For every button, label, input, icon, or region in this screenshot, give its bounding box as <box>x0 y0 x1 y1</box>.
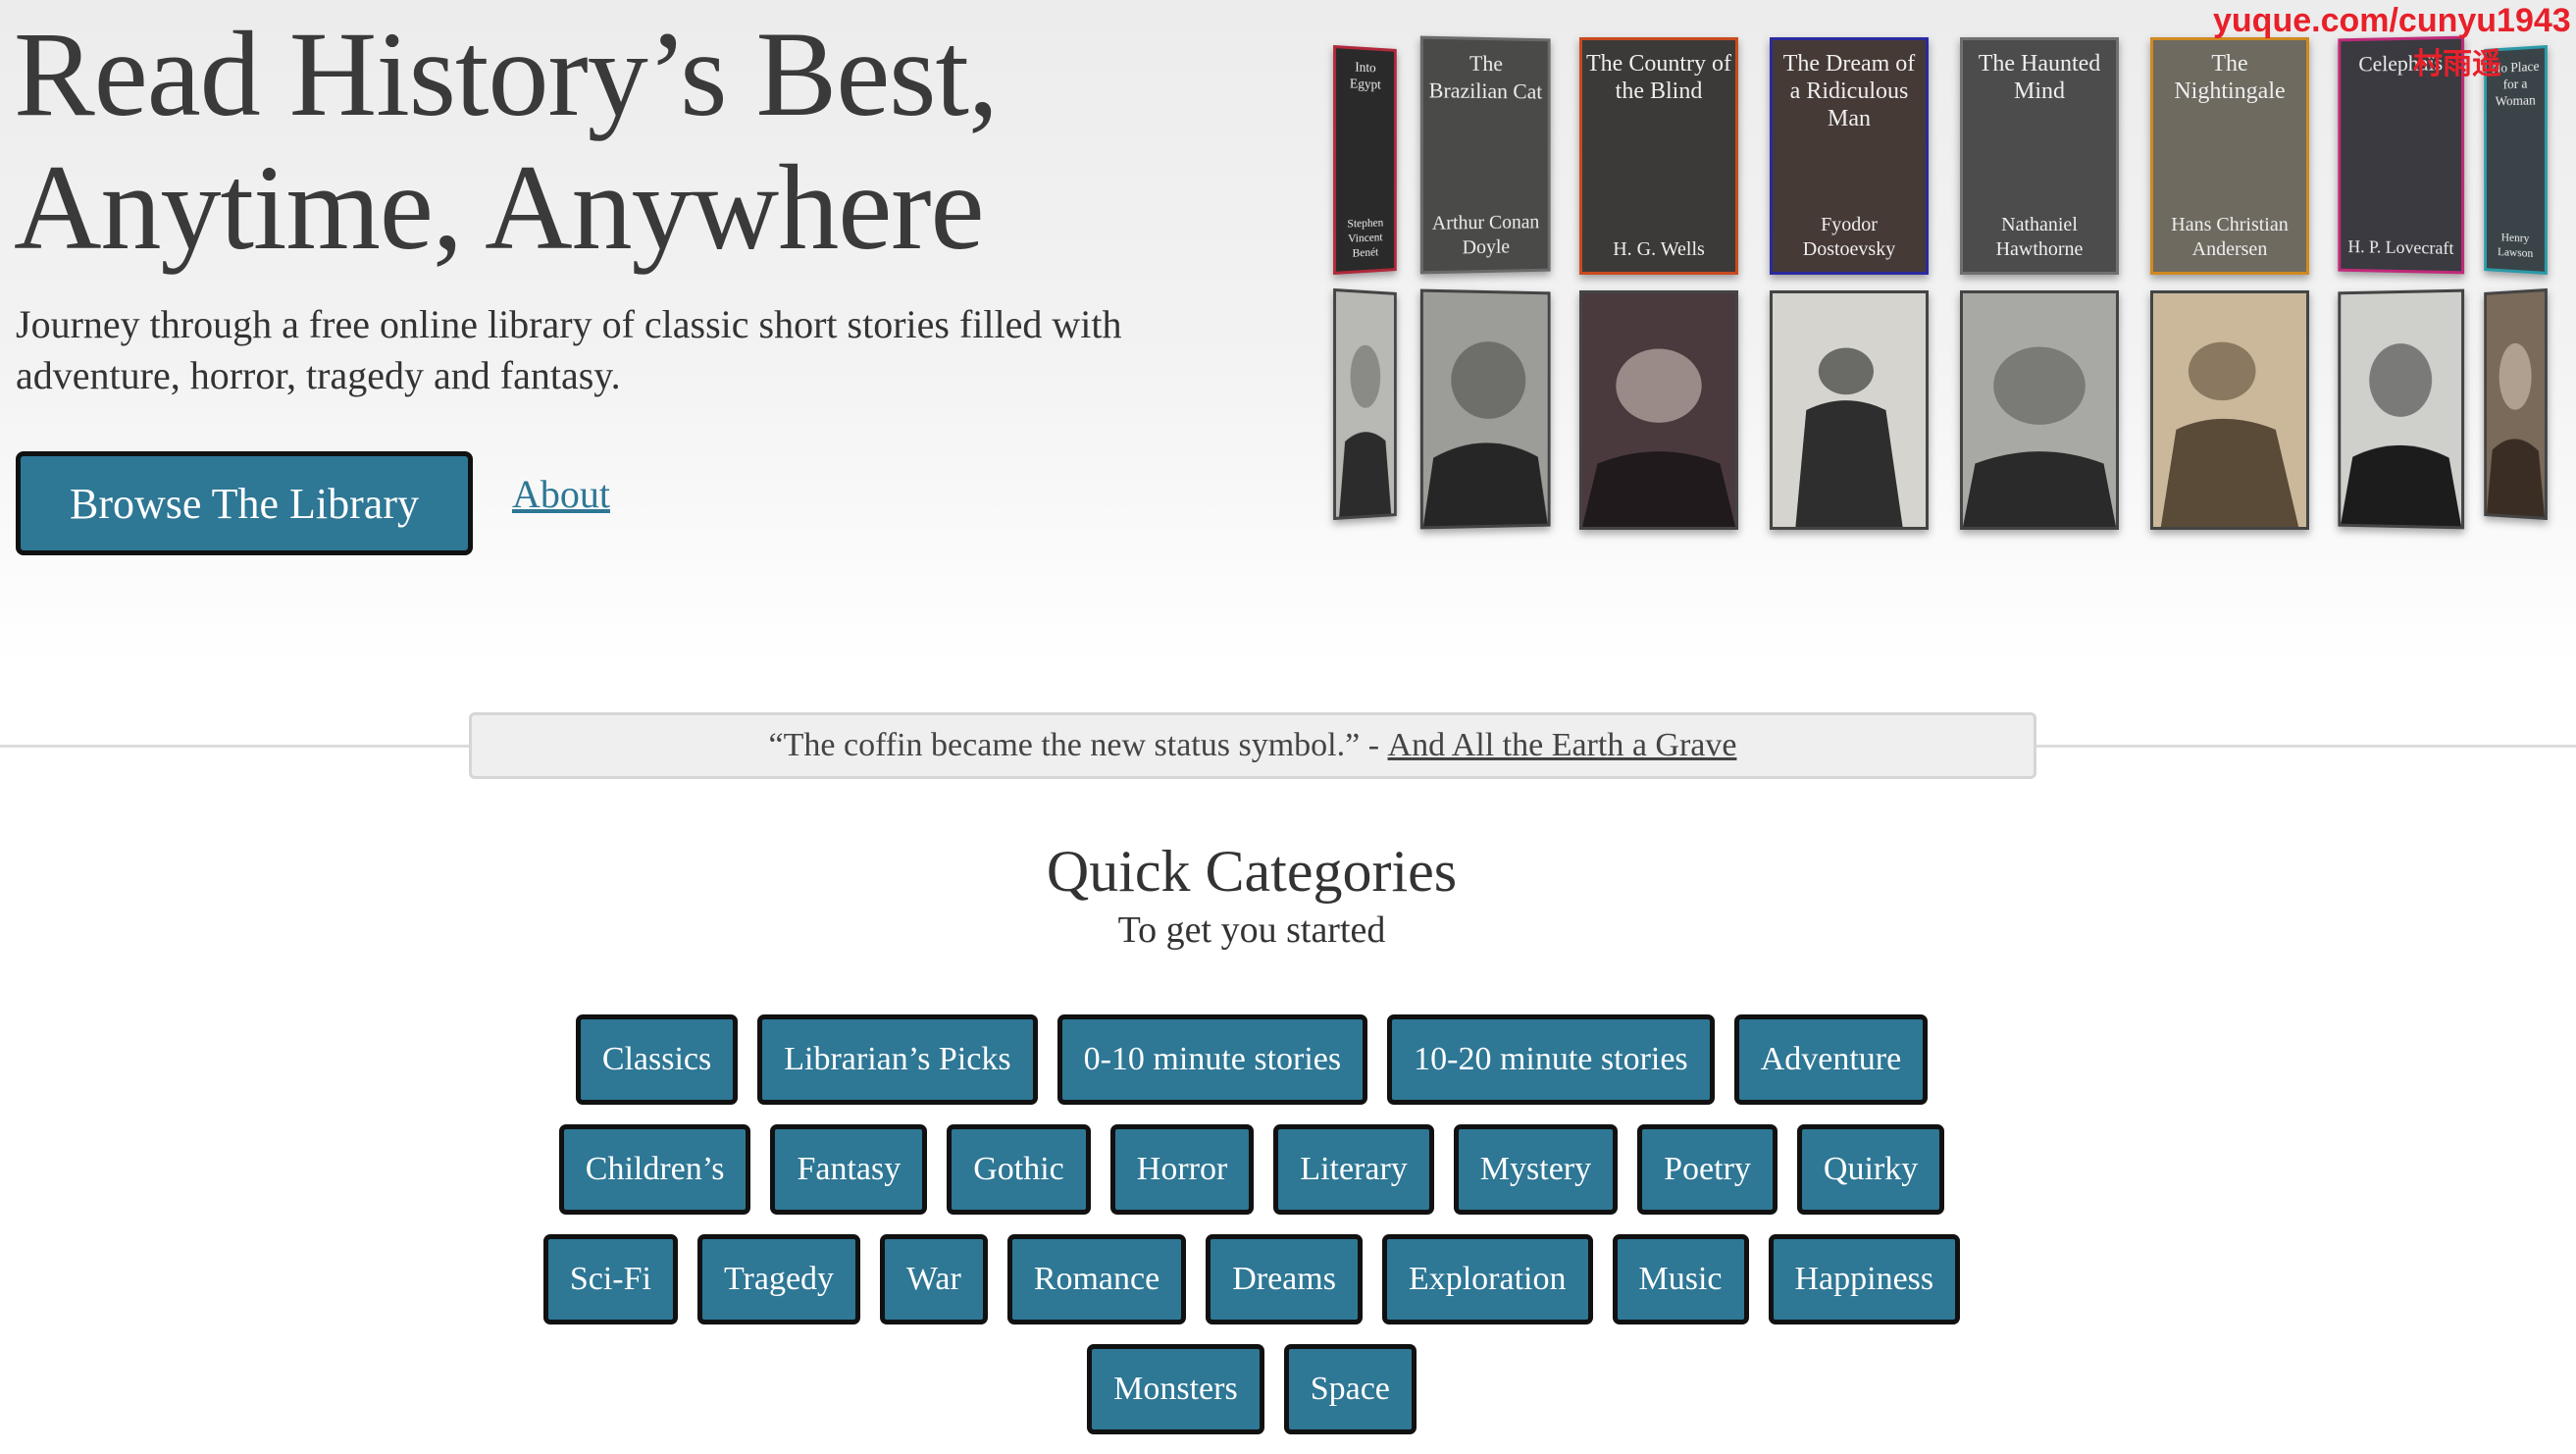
categories-title: Quick Categories <box>1046 839 1458 904</box>
book-cover-the-dream-of-a-ridiculous-man[interactable]: The Dream of a Ridiculous Man Fyodor Dos… <box>1770 37 1929 275</box>
category-button-exploration[interactable]: Exploration <box>1381 1234 1593 1324</box>
category-row-2: Children’s Fantasy Gothic Horror Literary Mys… <box>0 1124 2503 1215</box>
category-button-monsters[interactable]: Monsters <box>1087 1344 1264 1434</box>
headline-line-2: Anytime, Anywhere <box>14 140 985 275</box>
book-cover-the-country-of-the-blind[interactable]: The Country of the Blind H. G. Wells <box>1579 37 1738 275</box>
hero-subheading: Journey through a free online library of… <box>16 302 1122 397</box>
book-cover-the-haunted-mind[interactable]: The Haunted Mind Nathaniel Hawthorne <box>1960 37 2119 275</box>
category-button-0-10-minute-stories[interactable]: 0-10 minute stories <box>1056 1014 1368 1105</box>
category-button-horror[interactable]: Horror <box>1109 1124 1255 1215</box>
category-button-music[interactable]: Music <box>1612 1234 1749 1324</box>
about-link[interactable]: About <box>512 471 610 517</box>
category-button-space[interactable]: Space <box>1283 1344 1417 1434</box>
category-button-10-20-minute-stories[interactable]: 10-20 minute stories <box>1387 1014 1715 1105</box>
category-button-librarian-s-picks[interactable]: Librarian’s Picks <box>757 1014 1038 1105</box>
category-button-mystery[interactable]: Mystery <box>1453 1124 1619 1215</box>
headline-line-1: Read History’s Best, <box>14 7 999 141</box>
category-button-children-s[interactable]: Children’s <box>558 1124 751 1215</box>
author-portrait-lawson[interactable] <box>2484 287 2548 521</box>
category-row-3: Sci-Fi Tragedy War Romance Dreams Exploration… <box>0 1234 2503 1324</box>
category-button-romance[interactable]: Romance <box>1006 1234 1187 1324</box>
author-portrait-wells[interactable] <box>1579 290 1738 530</box>
quote-source-link[interactable]: And All the Earth a Grave <box>1388 727 1737 764</box>
watermark-handle: 村雨遥 <box>2413 48 2501 80</box>
category-button-gothic[interactable]: Gothic <box>947 1124 1091 1215</box>
watermark-url: yuque.com/cunyu1943 <box>2213 2 2571 39</box>
category-button-fantasy[interactable]: Fantasy <box>770 1124 928 1215</box>
book-cover-into-egypt[interactable]: Into Egypt Stephen Vincent Benét <box>1333 44 1397 276</box>
category-button-adventure[interactable]: Adventure <box>1733 1014 1929 1105</box>
category-button-literary[interactable]: Literary <box>1273 1124 1434 1215</box>
featured-quote: “The coffin became the new status symbol… <box>469 712 2036 779</box>
category-button-classics[interactable]: Classics <box>575 1014 739 1105</box>
category-button-poetry[interactable]: Poetry <box>1637 1124 1777 1215</box>
author-portrait-doyle[interactable] <box>1419 288 1551 530</box>
author-portrait-andersen[interactable] <box>2150 290 2309 530</box>
author-portrait-hawthorne[interactable] <box>1960 290 2119 530</box>
book-cover-the-brazilian-cat[interactable]: The Brazilian Cat Arthur Conan Doyle <box>1419 35 1551 275</box>
category-button-quirky[interactable]: Quirky <box>1796 1124 1945 1215</box>
category-button-sci-fi[interactable]: Sci-Fi <box>542 1234 678 1324</box>
category-button-war[interactable]: War <box>880 1234 988 1324</box>
book-cover-the-nightingale[interactable]: The Nightingale Hans Christian Andersen <box>2150 37 2309 275</box>
browse-library-button[interactable]: Browse The Library <box>16 451 473 555</box>
author-portrait-lovecraft[interactable] <box>2338 288 2465 530</box>
categories-subtitle: To get you started <box>1117 909 1386 951</box>
hero-headline: Read History’s Best, Anytime, Anywhere <box>14 8 1289 275</box>
category-row-4: Monsters Space <box>0 1344 2503 1434</box>
category-button-happiness[interactable]: Happiness <box>1768 1234 1961 1324</box>
category-button-dreams[interactable]: Dreams <box>1206 1234 1363 1324</box>
author-portrait-dostoevsky[interactable] <box>1770 290 1929 530</box>
quote-text: “The coffin became the new status symbol… <box>768 727 1388 763</box>
author-portrait-benet[interactable] <box>1333 287 1397 521</box>
category-button-tragedy[interactable]: Tragedy <box>696 1234 861 1324</box>
category-row-1: Classics Librarian’s Picks 0-10 minute sto… <box>0 1014 2503 1105</box>
